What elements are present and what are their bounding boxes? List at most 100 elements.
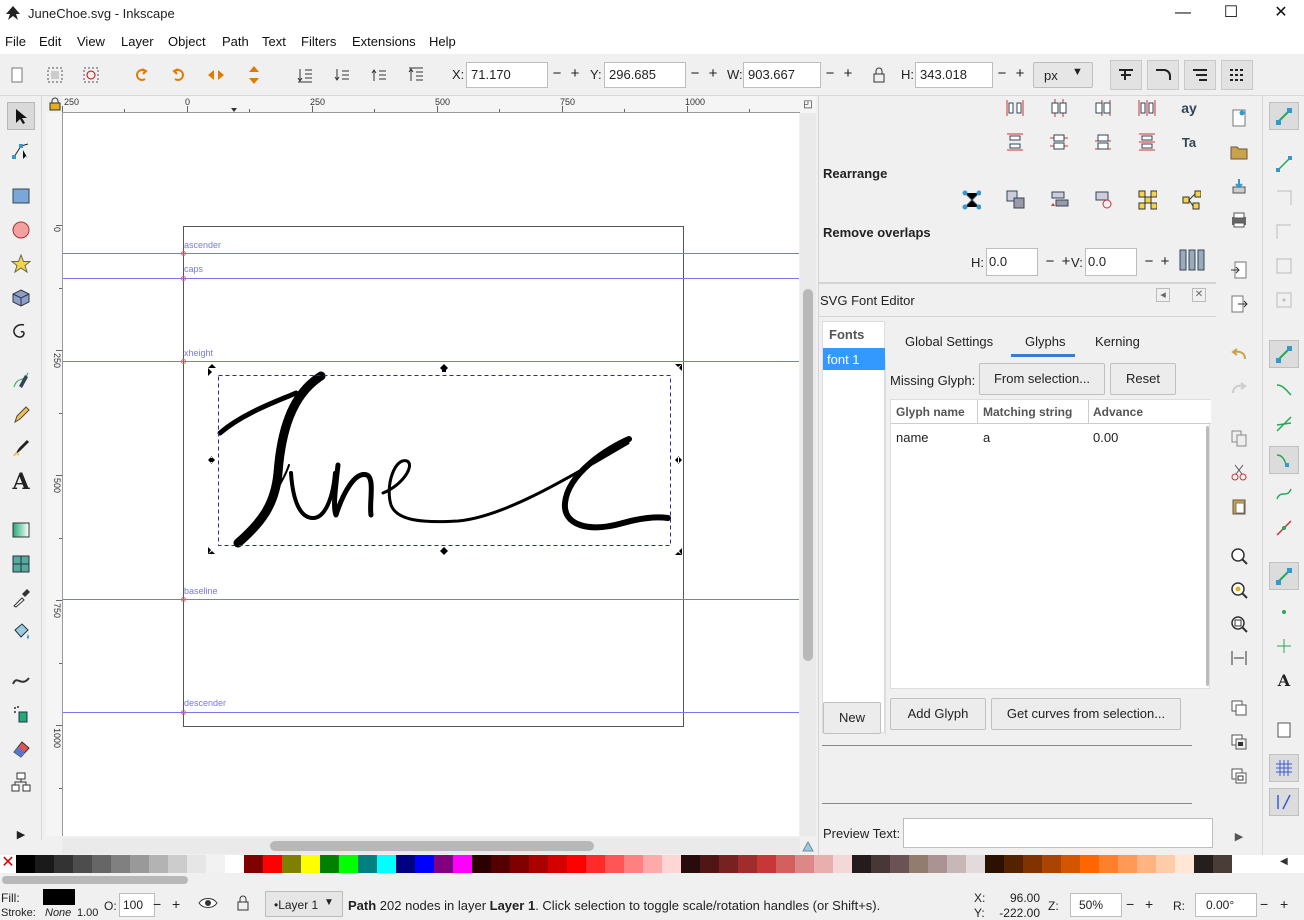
snap-bbox-edge-icon[interactable] [1274, 188, 1294, 208]
snap-enable-toggle[interactable] [1269, 102, 1299, 130]
h-decrement[interactable]: − [993, 62, 1011, 88]
distribute-center-v-icon[interactable] [1049, 132, 1069, 152]
palette-swatch[interactable] [168, 855, 187, 873]
no-paint-icon[interactable]: ✕ [0, 855, 16, 873]
guide-lock-icon[interactable] [48, 97, 62, 111]
snap-smooth-icon[interactable] [1274, 484, 1294, 504]
rotate-ccw-icon[interactable] [130, 64, 152, 86]
horizontal-scrollbar[interactable] [62, 838, 800, 854]
palette-swatch[interactable] [1137, 855, 1156, 873]
lower-icon[interactable] [331, 64, 353, 86]
mesh-tool-icon[interactable] [7, 550, 35, 578]
tab-global-settings[interactable]: Global Settings [905, 332, 993, 360]
snap-rotation-center-icon[interactable] [1274, 636, 1294, 656]
menu-text[interactable]: Text [262, 34, 286, 49]
distribute-center-h-icon[interactable] [1049, 98, 1069, 118]
panel-iconify-icon[interactable]: ◂ [1156, 288, 1170, 302]
export-icon[interactable] [1229, 294, 1249, 314]
vertical-scroll-thumb[interactable] [803, 289, 813, 661]
rotation-input[interactable]: 0.00° [1195, 893, 1257, 917]
distribute-baseline-h-icon[interactable]: ay [1179, 98, 1199, 118]
exchange-clockwise-icon[interactable] [1093, 190, 1113, 210]
color-manage-icon[interactable] [800, 838, 816, 854]
snap-others-toggle[interactable] [1269, 562, 1299, 590]
copy-icon[interactable] [1229, 428, 1249, 448]
palette-swatch[interactable] [567, 855, 586, 873]
graph-layout-icon[interactable] [961, 190, 981, 210]
palette-swatch[interactable] [434, 855, 453, 873]
save-icon[interactable] [1229, 176, 1249, 196]
print-icon[interactable] [1229, 210, 1249, 230]
opacity-decrement[interactable]: − [153, 896, 161, 912]
snap-path-icon[interactable] [1274, 380, 1294, 400]
new-document-icon[interactable] [1229, 108, 1249, 128]
distribute-bottom-icon[interactable] [1093, 132, 1113, 152]
palette-scrollbar[interactable] [0, 873, 1304, 887]
distribute-left-icon[interactable] [1005, 98, 1025, 118]
y-input[interactable]: 296.685 [604, 62, 686, 88]
snap-grid-toggle[interactable] [1269, 754, 1299, 782]
palette-swatch[interactable] [1080, 855, 1099, 873]
palette-swatch[interactable] [1118, 855, 1137, 873]
color-palette[interactable]: ✕ ◀ [0, 855, 1304, 873]
overlap-v-increment[interactable]: + [1156, 250, 1174, 276]
palette-swatch[interactable] [472, 855, 491, 873]
unlink-clone-icon[interactable] [1229, 766, 1249, 786]
palette-swatch[interactable] [662, 855, 681, 873]
scale-corners-toggle[interactable] [1147, 60, 1179, 90]
palette-swatch[interactable] [1175, 855, 1194, 873]
palette-swatch[interactable] [1156, 855, 1175, 873]
palette-swatch[interactable] [909, 855, 928, 873]
menu-view[interactable]: View [77, 34, 105, 49]
move-patterns-toggle[interactable] [1221, 60, 1253, 90]
distribute-gaps-h-icon[interactable] [1137, 98, 1157, 118]
commands-expand-icon[interactable]: ▶ [1229, 826, 1249, 846]
palette-swatch[interactable] [1194, 855, 1213, 873]
distribute-right-icon[interactable] [1093, 98, 1113, 118]
snap-cusp-toggle[interactable] [1269, 446, 1299, 474]
menu-extensions[interactable]: Extensions [352, 34, 416, 49]
y-decrement[interactable]: − [686, 62, 704, 88]
exchange-positions-icon[interactable] [1005, 190, 1025, 210]
panel-close-icon[interactable]: ✕ [1192, 288, 1206, 302]
distribute-baseline-v-icon[interactable]: Ta [1179, 132, 1199, 152]
menu-layer[interactable]: Layer [121, 34, 154, 49]
palette-swatch[interactable] [928, 855, 947, 873]
table-row[interactable]: name a 0.00 [891, 426, 1211, 448]
zoom-width-icon[interactable] [1229, 648, 1249, 668]
menu-filters[interactable]: Filters [301, 34, 336, 49]
text-tool-icon[interactable]: A [7, 468, 35, 496]
menu-file[interactable]: File [5, 34, 26, 49]
selector-tool-icon[interactable] [7, 102, 35, 130]
distribute-gaps-v-icon[interactable] [1137, 132, 1157, 152]
h-increment[interactable]: + [1011, 62, 1029, 88]
palette-swatch[interactable] [681, 855, 700, 873]
zoom-increment[interactable]: + [1145, 896, 1153, 912]
snap-object-center-icon[interactable] [1274, 602, 1294, 622]
y-increment[interactable]: + [704, 62, 722, 88]
palette-swatch[interactable] [54, 855, 73, 873]
font-list-item[interactable]: font 1 [823, 348, 885, 370]
zoom-decrement[interactable]: − [1126, 896, 1134, 912]
zoom-input[interactable]: 50% [1070, 893, 1122, 917]
dropper-tool-icon[interactable] [7, 584, 35, 612]
col-advance[interactable]: Advance [1093, 405, 1143, 419]
palette-swatches[interactable] [16, 855, 1276, 873]
menu-path[interactable]: Path [222, 34, 249, 49]
snap-guide-toggle[interactable] [1269, 788, 1299, 816]
palette-swatch[interactable] [491, 855, 510, 873]
palette-swatch[interactable] [1042, 855, 1061, 873]
move-gradients-toggle[interactable] [1184, 60, 1216, 90]
zoom-drawing-icon[interactable] [1229, 580, 1249, 600]
advance-cell[interactable]: 0.00 [1093, 430, 1118, 445]
snap-bbox-icon[interactable] [1274, 154, 1294, 174]
palette-swatch[interactable] [947, 855, 966, 873]
snap-text-baseline-icon[interactable]: A [1274, 670, 1294, 690]
rotation-increment[interactable]: + [1280, 896, 1288, 912]
preview-text-input[interactable] [903, 818, 1213, 848]
flip-vertical-icon[interactable] [243, 64, 265, 86]
lock-icon[interactable] [868, 64, 890, 86]
close-button[interactable]: ✕ [1258, 0, 1304, 28]
glyph-table-scrollbar[interactable] [1206, 426, 1209, 686]
palette-swatch[interactable] [396, 855, 415, 873]
